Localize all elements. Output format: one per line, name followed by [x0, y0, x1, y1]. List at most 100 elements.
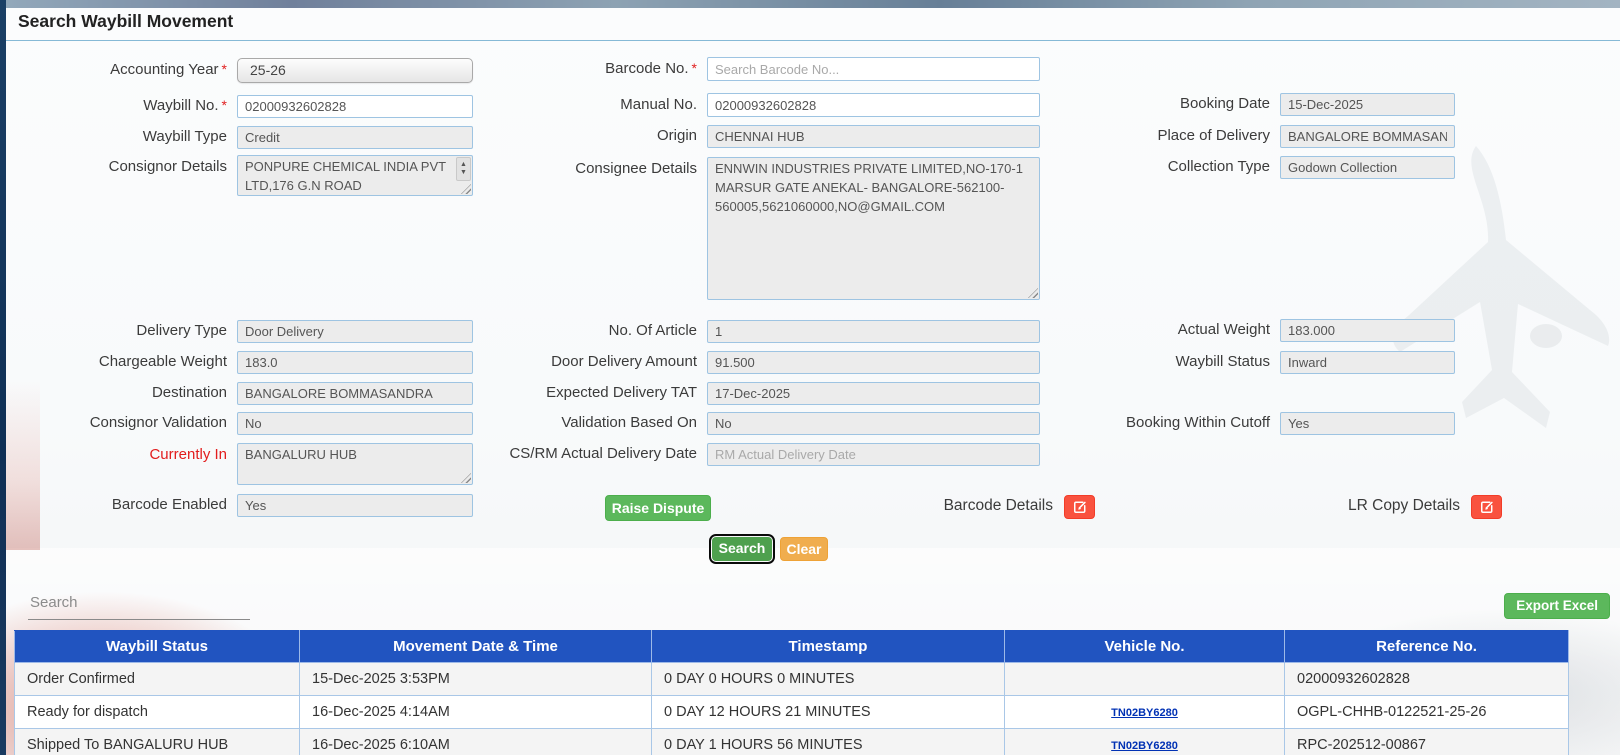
- waybill-status-label: Waybill Status: [1070, 353, 1270, 372]
- table-row: Shipped To BANGALURU HUB 16-Dec-2025 6:1…: [15, 729, 1569, 755]
- destination-label: Destination: [27, 384, 227, 403]
- cell-vehicle: TN02BY6280: [1005, 696, 1285, 729]
- cs-rm-actual-delivery-date-input[interactable]: [707, 443, 1040, 466]
- field-waybill-type: Waybill Type: [27, 126, 473, 149]
- edit-pencil-icon: [1073, 500, 1087, 514]
- header-reference-no[interactable]: Reference No.: [1285, 631, 1569, 663]
- delivery-type-input: [237, 320, 473, 343]
- lr-copy-details-edit-button[interactable]: [1471, 495, 1502, 519]
- manual-no-input[interactable]: [707, 93, 1040, 117]
- vehicle-no-link[interactable]: TN02BY6280: [1111, 740, 1178, 752]
- chargeable-weight-input: [237, 351, 473, 374]
- collection-type-input: [1280, 156, 1455, 179]
- lr-copy-details-label: LR Copy Details: [1320, 497, 1460, 515]
- cell-datetime: 15-Dec-2025 3:53PM: [300, 663, 652, 696]
- collection-type-label: Collection Type: [1070, 158, 1270, 177]
- waybill-type-label: Waybill Type: [27, 128, 227, 147]
- clear-button[interactable]: Clear: [780, 537, 828, 561]
- chargeable-weight-label: Chargeable Weight: [27, 353, 227, 372]
- origin-label: Origin: [497, 127, 697, 146]
- cs-rm-actual-delivery-date-label: CS/RM Actual Delivery Date: [497, 445, 697, 464]
- expected-delivery-tat-input: [707, 382, 1040, 405]
- field-barcode-enabled: Barcode Enabled: [27, 494, 473, 517]
- cell-status: Shipped To BANGALURU HUB: [15, 729, 300, 755]
- field-barcode-no: Barcode No.*: [497, 57, 1040, 81]
- validation-based-on-input: [707, 412, 1040, 435]
- field-booking-within-cutoff: Booking Within Cutoff: [1070, 412, 1455, 435]
- field-door-delivery-amount: Door Delivery Amount: [497, 351, 1040, 374]
- page-title: Search Waybill Movement: [18, 11, 233, 32]
- header-vehicle-no[interactable]: Vehicle No.: [1005, 631, 1285, 663]
- field-booking-date: Booking Date: [1070, 93, 1455, 116]
- booking-within-cutoff-input: [1280, 412, 1455, 435]
- header-waybill-status[interactable]: Waybill Status: [15, 631, 300, 663]
- consignor-validation-label: Consignor Validation: [27, 414, 227, 433]
- header-timestamp[interactable]: Timestamp: [652, 631, 1005, 663]
- field-accounting-year: Accounting Year* 25-26: [27, 58, 473, 83]
- waybill-status-input: [1280, 351, 1455, 374]
- field-cs-rm-actual-delivery-date: CS/RM Actual Delivery Date: [497, 443, 1040, 466]
- title-divider: [6, 40, 1620, 41]
- manual-no-label: Manual No.: [497, 96, 697, 115]
- place-of-delivery-input: [1280, 125, 1455, 148]
- field-consignor-details: Consignor Details PONPURE CHEMICAL INDIA…: [27, 155, 473, 196]
- field-waybill-no: Waybill No.*: [27, 95, 473, 118]
- door-delivery-amount-label: Door Delivery Amount: [497, 353, 697, 372]
- window-top-photo-strip: [0, 0, 1620, 8]
- field-place-of-delivery: Place of Delivery: [1070, 125, 1455, 148]
- left-edge-bar: [0, 0, 6, 755]
- field-manual-no: Manual No.: [497, 93, 1040, 117]
- cell-timestamp: 0 DAY 1 HOURS 56 MINUTES: [652, 729, 1005, 755]
- consignor-details-label: Consignor Details: [27, 155, 227, 177]
- consignor-details-textarea[interactable]: PONPURE CHEMICAL INDIA PVT LTD,176 G.N R…: [237, 155, 473, 196]
- table-row: Ready for dispatch 16-Dec-2025 4:14AM 0 …: [15, 696, 1569, 729]
- field-consignee-details: Consignee Details ENNWIN INDUSTRIES PRIV…: [497, 157, 1040, 300]
- waybill-no-input[interactable]: [237, 95, 473, 118]
- field-actual-weight: Actual Weight: [1070, 319, 1455, 342]
- actual-weight-input: [1280, 319, 1455, 342]
- scroll-spinner-icon[interactable]: ▲▼: [456, 157, 471, 181]
- consignee-details-textarea[interactable]: ENNWIN INDUSTRIES PRIVATE LIMITED,NO-170…: [707, 157, 1040, 300]
- field-destination: Destination: [27, 382, 473, 405]
- waybill-type-input: [237, 126, 473, 149]
- field-delivery-type: Delivery Type: [27, 320, 473, 343]
- barcode-no-label: Barcode No.*: [497, 60, 697, 79]
- booking-within-cutoff-label: Booking Within Cutoff: [1070, 414, 1270, 433]
- cell-datetime: 16-Dec-2025 4:14AM: [300, 696, 652, 729]
- cell-timestamp: 0 DAY 0 HOURS 0 MINUTES: [652, 663, 1005, 696]
- cell-reference: RPC-202512-00867: [1285, 729, 1569, 755]
- origin-input: [707, 125, 1040, 148]
- barcode-details-label: Barcode Details: [900, 497, 1053, 515]
- currently-in-textarea[interactable]: BANGALURU HUB: [237, 443, 473, 485]
- cell-status: Order Confirmed: [15, 663, 300, 696]
- booking-date-input: [1280, 93, 1455, 116]
- field-validation-based-on: Validation Based On: [497, 412, 1040, 435]
- required-asterisk: *: [222, 97, 227, 113]
- table-row: Order Confirmed 15-Dec-2025 3:53PM 0 DAY…: [15, 663, 1569, 696]
- header-movement-date-time[interactable]: Movement Date & Time: [300, 631, 652, 663]
- barcode-enabled-input: [237, 494, 473, 517]
- export-excel-button[interactable]: Export Excel: [1504, 593, 1610, 619]
- background-airplane-image: [1380, 140, 1620, 450]
- expected-delivery-tat-label: Expected Delivery TAT: [497, 384, 697, 403]
- actual-weight-label: Actual Weight: [1070, 321, 1270, 340]
- consignor-validation-input: [237, 412, 473, 435]
- barcode-details-edit-button[interactable]: [1064, 495, 1095, 519]
- waybill-no-label: Waybill No.*: [27, 97, 227, 116]
- accounting-year-select[interactable]: 25-26: [237, 58, 473, 83]
- raise-dispute-button[interactable]: Raise Dispute: [605, 495, 711, 521]
- vehicle-no-link[interactable]: TN02BY6280: [1111, 707, 1178, 719]
- required-asterisk: *: [222, 61, 227, 77]
- booking-date-label: Booking Date: [1070, 95, 1270, 114]
- no-of-article-label: No. Of Article: [497, 322, 697, 341]
- delivery-type-label: Delivery Type: [27, 322, 227, 341]
- cell-timestamp: 0 DAY 12 HOURS 21 MINUTES: [652, 696, 1005, 729]
- field-currently-in: Currently In BANGALURU HUB: [27, 443, 473, 485]
- barcode-no-input[interactable]: [707, 57, 1040, 81]
- cell-reference: 02000932602828: [1285, 663, 1569, 696]
- no-of-article-input: [707, 320, 1040, 343]
- field-origin: Origin: [497, 125, 1040, 148]
- cell-vehicle: TN02BY6280: [1005, 729, 1285, 755]
- table-search-input[interactable]: [28, 590, 250, 620]
- search-button[interactable]: Search: [712, 537, 772, 561]
